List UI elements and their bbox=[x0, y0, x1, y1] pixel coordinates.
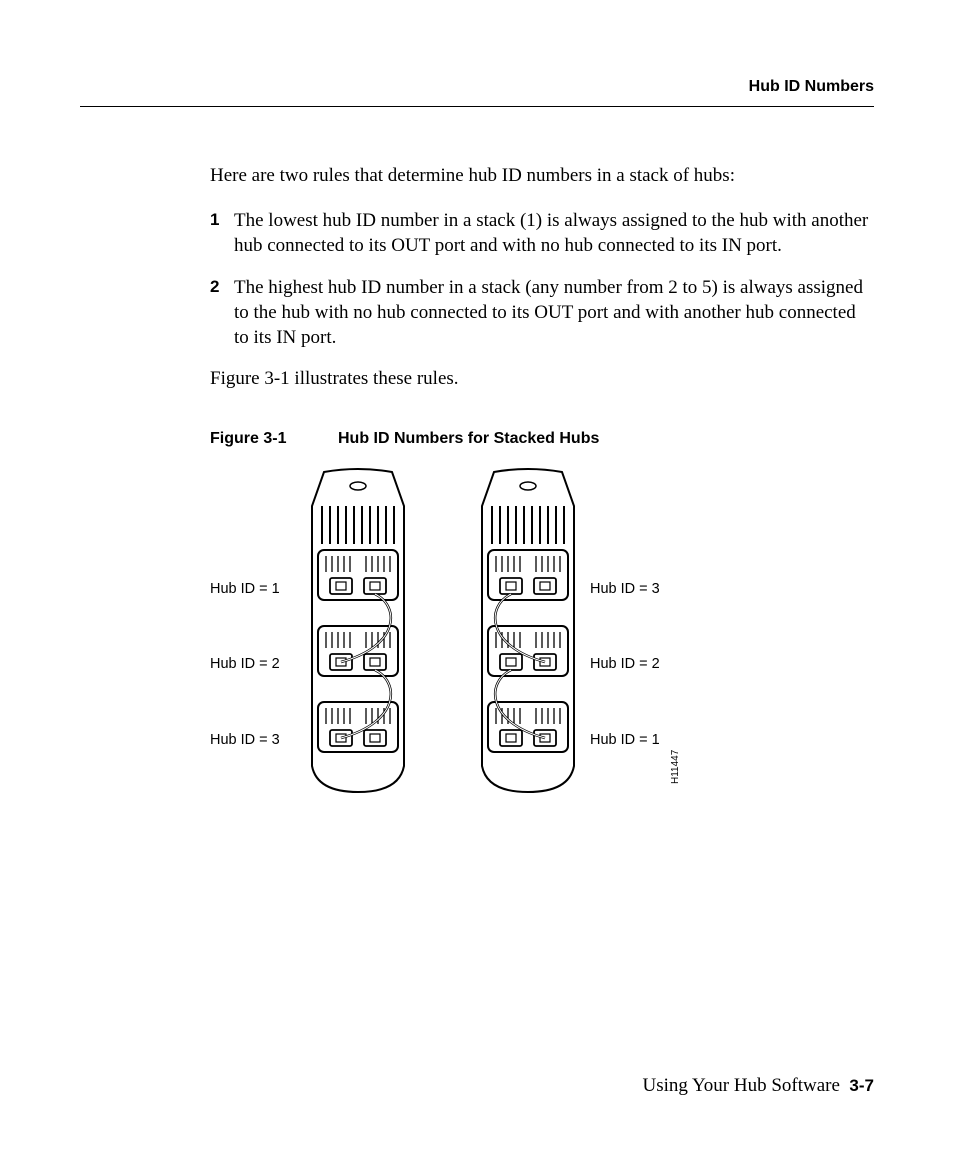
hub-label-left-1: Hub ID = 1 bbox=[210, 581, 280, 597]
rule-text: The lowest hub ID number in a stack (1) … bbox=[234, 209, 874, 258]
rule-number: 2 bbox=[210, 276, 234, 350]
rule-number: 1 bbox=[210, 209, 234, 258]
hub-label-right-1: Hub ID = 3 bbox=[590, 581, 660, 597]
page-footer: Using Your Hub Software 3-7 bbox=[643, 1075, 874, 1097]
hub-label-left-2: Hub ID = 2 bbox=[210, 656, 280, 672]
rule-item-2: 2 The highest hub ID number in a stack (… bbox=[210, 276, 874, 350]
rule-item-1: 1 The lowest hub ID number in a stack (1… bbox=[210, 209, 874, 258]
running-header: Hub ID Numbers bbox=[80, 78, 874, 96]
figure-reference: Figure 3-1 illustrates these rules. bbox=[210, 368, 874, 390]
hub-label-right-2: Hub ID = 2 bbox=[590, 656, 660, 672]
rules-list: 1 The lowest hub ID number in a stack (1… bbox=[210, 209, 874, 350]
hub-stack-icon bbox=[304, 466, 412, 796]
hub-stack-left bbox=[304, 466, 412, 796]
figure-number: Figure 3-1 bbox=[210, 430, 338, 448]
hub-label-left-3: Hub ID = 3 bbox=[210, 732, 280, 748]
figure-image-code: H11447 bbox=[670, 750, 681, 784]
figure-illustration: Hub ID = 1 Hub ID = 2 Hub ID = 3 Hub ID … bbox=[210, 466, 874, 806]
footer-page-number: 3-7 bbox=[849, 1076, 874, 1095]
hub-label-right-3: Hub ID = 1 bbox=[590, 732, 660, 748]
intro-paragraph: Here are two rules that determine hub ID… bbox=[210, 165, 874, 187]
rule-text: The highest hub ID number in a stack (an… bbox=[234, 276, 874, 350]
footer-chapter: Using Your Hub Software bbox=[643, 1075, 840, 1096]
hub-stack-right bbox=[474, 466, 582, 796]
figure-caption: Figure 3-1Hub ID Numbers for Stacked Hub… bbox=[210, 430, 874, 448]
hub-stack-icon bbox=[474, 466, 582, 796]
figure-title: Hub ID Numbers for Stacked Hubs bbox=[338, 430, 599, 447]
header-rule bbox=[80, 106, 874, 107]
